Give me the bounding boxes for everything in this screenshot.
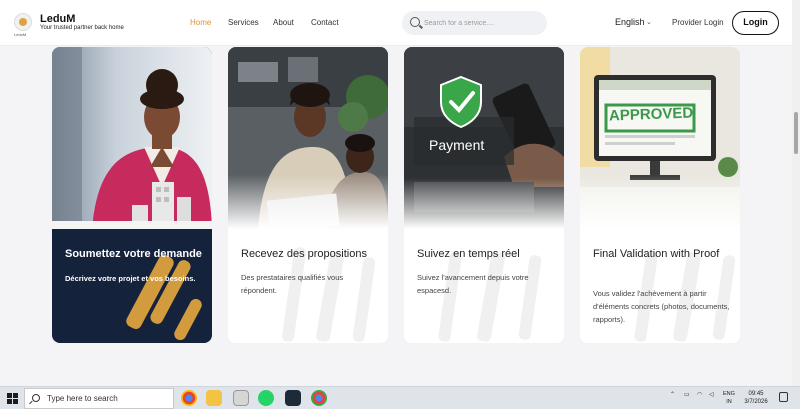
taskbar-search[interactable]: Type here to search <box>24 388 174 409</box>
windows-taskbar: Type here to search ⌃ ▭ ◠ ◁ ENG IN 09:45… <box>0 386 800 409</box>
logo-text: LeduM <box>14 32 27 37</box>
wifi-icon[interactable]: ◠ <box>697 391 702 398</box>
card-image-woman-house <box>52 47 212 229</box>
terminal-icon[interactable] <box>285 390 301 406</box>
battery-icon[interactable]: ▭ <box>684 391 690 398</box>
chevron-up-icon[interactable]: ⌃ <box>670 391 675 398</box>
card-title: Suivez en temps réel <box>417 248 520 260</box>
card-image-payment: Payment <box>404 47 564 229</box>
volume-icon[interactable]: ◁ <box>709 391 714 398</box>
search-icon <box>410 17 420 27</box>
card-title: Recevez des propositions <box>241 248 367 260</box>
brand-name[interactable]: LeduM <box>40 13 75 25</box>
step-card-tracking[interactable]: Payment Suivez en temps réel Suivez l'av… <box>404 47 564 343</box>
brand-tagline: Your trusted partner back home <box>40 25 124 31</box>
payment-label: Payment <box>429 137 485 153</box>
file-explorer-icon[interactable] <box>206 390 222 406</box>
provider-login-link[interactable]: Provider Login <box>672 18 724 27</box>
search-icon <box>32 394 40 402</box>
step-card-submit[interactable]: Soumettez votre demande Décrivez votre p… <box>52 47 212 343</box>
notification-icon[interactable] <box>779 392 788 402</box>
step-card-proposals[interactable]: Recevez des propositions Des prestataire… <box>228 47 388 343</box>
page-scrollbar[interactable] <box>792 0 800 386</box>
card-image-women-documents <box>228 47 388 229</box>
card-title: Soumettez votre demande <box>65 248 202 260</box>
card-image-approved-monitor: APPROVED <box>580 47 740 229</box>
search-input[interactable] <box>424 16 542 30</box>
nav-about[interactable]: About <box>273 18 294 27</box>
card-description: Décrivez votre projet et vos besoins. <box>65 274 196 283</box>
chevron-down-icon[interactable]: ⌄ <box>646 18 652 26</box>
files-icon[interactable] <box>233 390 249 406</box>
card-title: Final Validation with Proof <box>593 248 720 260</box>
card-description: Des prestataires qualifiés vous réponden… <box>241 273 344 295</box>
search-bar[interactable] <box>402 11 547 35</box>
login-button[interactable]: Login <box>732 11 779 35</box>
scrollbar-thumb[interactable] <box>794 112 798 154</box>
chrome-profile-icon[interactable] <box>311 390 327 406</box>
card-description: Suivez l'avancement depuis votre espaces… <box>417 273 529 295</box>
input-language[interactable]: ENG IN <box>723 390 735 406</box>
approved-stamp: APPROVED <box>608 104 694 125</box>
nav-home[interactable]: Home <box>190 18 211 27</box>
nav-contact[interactable]: Contact <box>311 18 339 27</box>
system-clock[interactable]: 09:45 3/7/2026 <box>740 390 772 406</box>
taskbar-search-placeholder: Type here to search <box>47 394 118 403</box>
whatsapp-icon[interactable] <box>258 390 274 406</box>
chrome-icon[interactable] <box>181 390 197 406</box>
site-header: LeduM LeduM Your trusted partner back ho… <box>0 0 792 46</box>
logo-icon[interactable] <box>14 13 32 31</box>
card-description: Vous validez l'achèvement à partir d'élé… <box>593 289 730 324</box>
step-card-validation[interactable]: APPROVED Final Validation with Proof Vou… <box>580 47 740 343</box>
nav-services[interactable]: Services <box>228 18 259 27</box>
language-selector[interactable]: English <box>615 17 645 27</box>
windows-start-icon[interactable] <box>7 393 18 404</box>
